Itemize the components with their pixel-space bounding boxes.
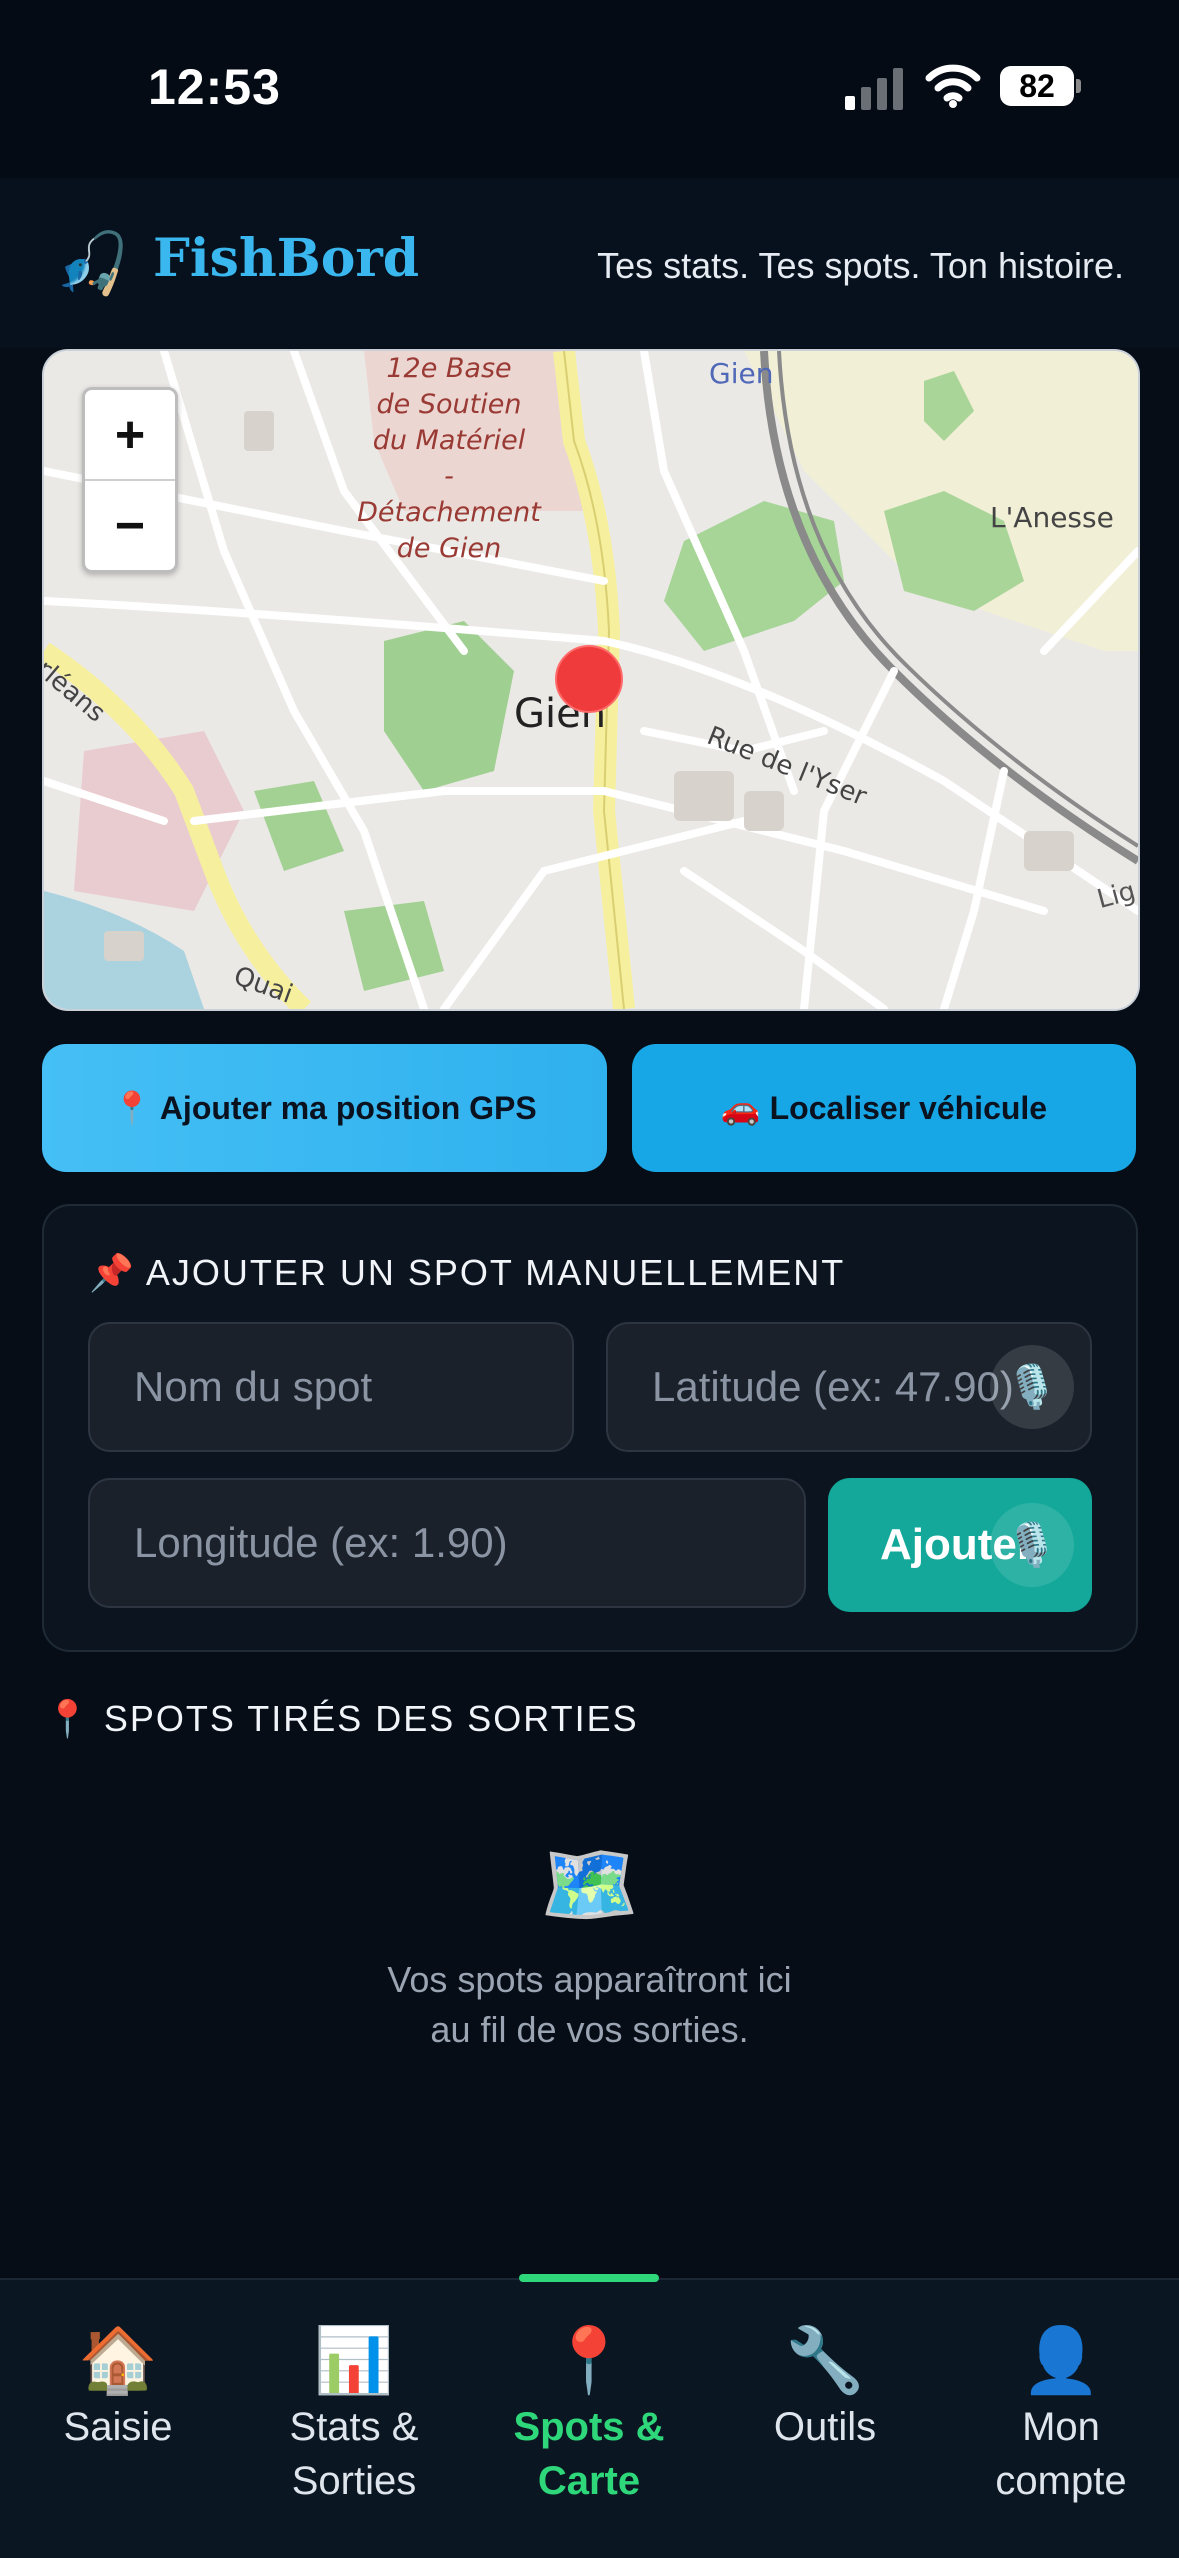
nav-item-stats[interactable]: 📊 Stats & Sorties xyxy=(236,2320,472,2508)
poi-line: du Matériel xyxy=(372,425,526,456)
microphone-icon[interactable]: 🎙️ xyxy=(990,1503,1074,1587)
zoom-in-button[interactable]: + xyxy=(85,390,175,481)
tagline: Tes stats. Tes spots. Ton histoire. xyxy=(597,245,1124,286)
map-label-gien-top: Gien xyxy=(709,357,774,390)
nav-label: Spots & xyxy=(513,2405,665,2449)
battery-icon: 82 xyxy=(1000,66,1074,106)
fishing-rod-icon: 🎣 xyxy=(55,230,130,297)
cellular-signal-icon xyxy=(845,68,903,110)
nav-label: Outils xyxy=(773,2405,877,2449)
active-tab-indicator xyxy=(519,2274,659,2282)
add-gps-position-button[interactable]: 📍 Ajouter ma position GPS xyxy=(42,1044,607,1172)
spots-map[interactable]: + − 12e Base de Soutien du Matériel - Dé… xyxy=(42,349,1140,1011)
nav-label: Saisie xyxy=(63,2405,173,2449)
map-label-poi: 12e Base de Soutien du Matériel - Détach… xyxy=(354,351,544,567)
nav-label: Stats & xyxy=(289,2405,419,2449)
status-time: 12:53 xyxy=(148,59,281,115)
bottom-nav: 🏠 Saisie 📊 Stats & Sorties 📍 Spots & Car… xyxy=(0,2274,1179,2558)
zoom-out-button[interactable]: − xyxy=(85,481,175,570)
map-label-lanesse: L'Anesse xyxy=(990,501,1114,534)
poi-line: de Gien xyxy=(396,533,502,564)
locate-vehicle-button[interactable]: 🚗 Localiser véhicule xyxy=(632,1044,1136,1172)
microphone-icon[interactable]: 🎙️ xyxy=(990,1345,1074,1429)
nav-item-saisie[interactable]: 🏠 Saisie xyxy=(0,2320,236,2454)
nav-label: Sorties xyxy=(291,2459,417,2503)
poi-line: 12e Base xyxy=(386,353,512,384)
poi-line: - Détachement xyxy=(357,461,541,528)
spot-name-input[interactable]: Nom du spot xyxy=(88,1322,574,1452)
nav-item-outils[interactable]: 🔧 Outils xyxy=(707,2320,943,2454)
empty-line-2: au fil de vos sorties. xyxy=(430,2009,749,2050)
poi-line: de Soutien xyxy=(376,389,522,420)
wifi-icon xyxy=(925,64,981,108)
map-zoom-controls: + − xyxy=(82,387,178,573)
nav-label: Carte xyxy=(537,2459,641,2503)
nav-item-compte[interactable]: 👤 Mon compte xyxy=(943,2320,1179,2508)
spots-section-title: 📍 SPOTS TIRÉS DES SORTIES xyxy=(45,1698,639,1739)
empty-line-1: Vos spots apparaîtront ici xyxy=(387,1959,792,2000)
pin-icon: 📍 xyxy=(549,2324,629,2396)
nav-label: Mon xyxy=(1022,2405,1100,2449)
bar-chart-icon: 📊 xyxy=(314,2324,394,2396)
location-marker-icon[interactable] xyxy=(554,644,624,714)
nav-label: compte xyxy=(995,2459,1127,2503)
manual-spot-card: 📌 AJOUTER UN SPOT MANUELLEMENT Nom du sp… xyxy=(42,1204,1138,1652)
manual-spot-title: 📌 AJOUTER UN SPOT MANUELLEMENT xyxy=(89,1252,846,1293)
house-icon: 🏠 xyxy=(78,2324,158,2396)
battery-tip xyxy=(1076,79,1081,93)
nav-item-spots[interactable]: 📍 Spots & Carte xyxy=(471,2320,707,2508)
status-bar: 12:53 82 xyxy=(0,0,1179,178)
empty-state-message: Vos spots apparaîtront ici au fil de vos… xyxy=(0,1955,1179,2055)
app-name: FishBord xyxy=(153,228,420,289)
user-icon: 👤 xyxy=(1021,2324,1101,2396)
wrench-icon: 🔧 xyxy=(785,2324,865,2396)
world-map-icon: 🗺️ xyxy=(539,1840,640,1929)
longitude-input[interactable]: Longitude (ex: 1.90) xyxy=(88,1478,806,1608)
